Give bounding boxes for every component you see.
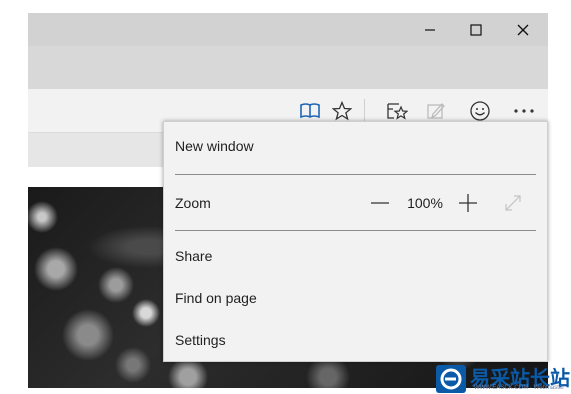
more-actions-icon <box>514 109 534 113</box>
feedback-smiley-icon <box>470 101 490 121</box>
close-icon <box>517 24 529 35</box>
close-button[interactable] <box>500 13 546 46</box>
minimize-button[interactable] <box>407 13 453 46</box>
menu-item-zoom: Zoom 100% <box>164 183 547 223</box>
watermark-logo-icon <box>436 364 466 393</box>
site-watermark: 易采站长站 WWW.EASCK.COM · Webmaster <box>436 363 571 394</box>
minus-icon <box>371 202 389 204</box>
hub-icon <box>387 103 408 120</box>
tab-strip <box>28 46 548 89</box>
toolbar-separator <box>364 99 365 123</box>
zoom-value: 100% <box>407 195 443 211</box>
menu-divider <box>175 174 536 175</box>
favorites-star-icon <box>332 101 352 121</box>
full-screen-icon <box>505 195 521 211</box>
watermark-subtext: WWW.EASCK.COM · Webmaster <box>474 385 565 391</box>
more-actions-menu: New window Zoom 100% Share Find on page … <box>163 121 548 362</box>
plus-icon <box>459 194 477 212</box>
zoom-out-button[interactable] <box>367 183 393 223</box>
menu-item-new-window[interactable]: New window <box>164 126 547 166</box>
reading-view-icon <box>300 103 320 119</box>
menu-item-label: Share <box>175 248 213 264</box>
menu-item-label: Settings <box>175 332 226 348</box>
title-bar[interactable] <box>28 13 548 46</box>
menu-item-label: Find on page <box>175 290 257 306</box>
menu-item-settings[interactable]: Settings <box>164 320 547 360</box>
menu-item-share[interactable]: Share <box>164 236 547 276</box>
web-note-icon <box>427 103 445 119</box>
menu-divider <box>175 230 536 231</box>
menu-item-label: New window <box>175 138 254 154</box>
full-screen-button <box>500 183 526 223</box>
minimize-icon <box>425 28 435 31</box>
maximize-icon <box>470 23 482 36</box>
zoom-in-button[interactable] <box>455 183 481 223</box>
menu-item-find-on-page[interactable]: Find on page <box>164 278 547 318</box>
maximize-button[interactable] <box>453 13 499 46</box>
zoom-label: Zoom <box>175 195 211 211</box>
